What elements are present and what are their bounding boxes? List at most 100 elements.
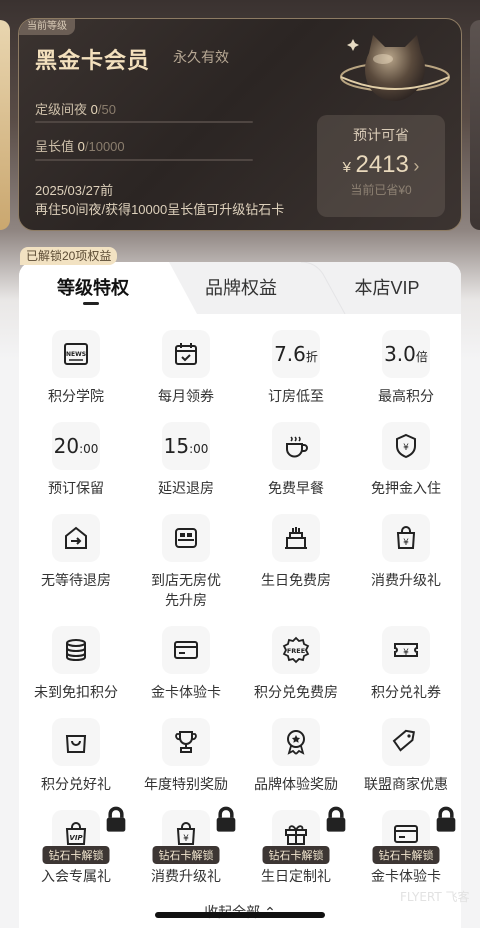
growth-progress: 呈长值 0/10000 xyxy=(35,136,125,155)
svg-text:FREE: FREE xyxy=(287,647,305,655)
upgrade-hint: 再住50间夜/获得10000呈长值可升级钻石卡 xyxy=(35,202,285,217)
discount-icon: 7.6折 xyxy=(272,330,320,378)
benefit-label: 订房低至 xyxy=(268,388,324,404)
growth-label: 呈长值 xyxy=(35,139,75,154)
nights-progress: 定级间夜 0/50 xyxy=(35,99,116,118)
saved-so-far: 当前已省¥0 xyxy=(350,183,412,197)
benefit-item[interactable]: ¥ 钻石卡解锁消费升级礼 xyxy=(131,806,241,886)
benefit-label: 到店无房优先升房 xyxy=(151,572,221,608)
coins-icon xyxy=(52,626,100,674)
svg-text:¥: ¥ xyxy=(403,443,409,453)
benefit-item[interactable]: 免费早餐 xyxy=(241,422,351,498)
growth-total: /10000 xyxy=(84,139,125,154)
calendar-icon xyxy=(162,330,210,378)
lock-icon xyxy=(212,806,236,832)
benefit-label: 积分兑好礼 xyxy=(41,776,111,792)
chevron-right-icon: › xyxy=(413,156,420,176)
benefit-label: 联盟商家优惠 xyxy=(364,776,448,792)
benefit-item[interactable]: 钻石卡解锁金卡体验卡 xyxy=(351,806,461,886)
growth-current: 0 xyxy=(77,139,85,154)
benefit-item[interactable]: 年度特别奖励 xyxy=(131,718,241,794)
benefit-item[interactable]: 无等待退房 xyxy=(21,514,131,590)
news-icon: NEWS xyxy=(52,330,100,378)
trophy-icon xyxy=(162,718,210,766)
bag-yen-icon: ¥ 钻石卡解锁 xyxy=(152,806,236,864)
benefit-label: 无等待退房 xyxy=(41,572,111,588)
benefit-label: 免押金入住 xyxy=(371,480,441,496)
lock-icon xyxy=(432,806,456,832)
benefit-item[interactable]: VIP 钻石卡解锁 入会专属礼 xyxy=(21,806,131,886)
card-icon xyxy=(162,626,210,674)
benefit-label: 每月领券 xyxy=(158,388,214,404)
benefit-item[interactable]: NEWS 积分学院 xyxy=(21,330,131,406)
benefit-label: 预订保留 xyxy=(48,480,104,496)
cake-icon xyxy=(272,514,320,562)
svg-text:NEWS: NEWS xyxy=(66,351,86,358)
benefit-item[interactable]: 到店无房优先升房 xyxy=(131,514,241,610)
benefit-item[interactable]: 生日免费房 xyxy=(241,514,351,590)
benefit-item[interactable]: 联盟商家优惠 xyxy=(351,718,461,794)
benefit-label: 积分兑免费房 xyxy=(254,684,338,700)
savings-label: 预计可省 xyxy=(353,127,409,143)
benefit-item[interactable]: 每月领券 xyxy=(131,330,241,406)
planet-cat-icon xyxy=(340,35,450,101)
benefit-item[interactable]: 积分兑好礼 xyxy=(21,718,131,794)
benefit-item[interactable]: ¥ 消费升级礼 xyxy=(351,514,461,590)
tab-level-privileges[interactable]: 等级特权 xyxy=(23,274,163,300)
svg-text:¥: ¥ xyxy=(183,834,189,844)
member-card: 当前等级 黑金卡会员 永久有效 定级间夜 0/50 呈长值 0/10000 20… xyxy=(18,18,462,231)
medal-icon xyxy=(272,718,320,766)
benefit-item[interactable]: 钻石卡解锁生日定制礼 xyxy=(241,806,351,886)
currency-symbol: ¥ xyxy=(342,159,352,176)
nights-total: /50 xyxy=(97,102,116,117)
benefit-item[interactable]: ¥ 积分兑礼券 xyxy=(351,626,461,702)
active-tab-indicator xyxy=(83,302,99,305)
benefit-label: 年度特别奖励 xyxy=(144,776,228,792)
savings-box[interactable]: 预计可省 ¥ 2413 › 当前已省¥0 xyxy=(317,115,445,217)
diamond-unlock-badge: 钻石卡解锁 xyxy=(152,846,220,864)
home-indicator[interactable] xyxy=(155,912,325,918)
bed-icon xyxy=(162,514,210,562)
benefit-item[interactable]: FREE 积分兑免费房 xyxy=(241,626,351,702)
benefit-label: 生日定制礼 xyxy=(261,868,331,884)
current-level-tag: 当前等级 xyxy=(19,19,75,35)
benefit-label: 未到免扣积分 xyxy=(34,684,118,700)
diamond-unlock-badge: 钻石卡解锁 xyxy=(372,846,440,864)
nights-label: 定级间夜 xyxy=(35,102,88,117)
benefit-item[interactable]: 品牌体验奖励 xyxy=(241,718,351,794)
gift-icon: 钻石卡解锁 xyxy=(262,806,346,864)
exit-icon xyxy=(52,514,100,562)
benefit-item[interactable]: ¥ 免押金入住 xyxy=(351,422,461,498)
benefits-panel: 等级特权 品牌权益 本店VIP NEWS 积分学院 每月领券 7.6折 订房低至 3.0倍… xyxy=(19,262,461,928)
benefit-value: 15:00 xyxy=(163,434,209,458)
benefit-label: 金卡体验卡 xyxy=(371,868,441,884)
time-icon: 20:00 xyxy=(52,422,100,470)
benefit-item[interactable]: 7.6折订房低至 xyxy=(241,330,351,406)
next-level-card[interactable] xyxy=(470,20,480,230)
benefit-label: 最高积分 xyxy=(378,388,434,404)
benefit-label: 生日免费房 xyxy=(261,572,331,588)
benefit-label: 品牌体验奖励 xyxy=(254,776,338,792)
previous-level-card[interactable] xyxy=(0,20,10,230)
vip-bag-icon: VIP 钻石卡解锁 xyxy=(42,806,126,864)
benefit-item[interactable]: 未到免扣积分 xyxy=(21,626,131,702)
card-validity: 永久有效 xyxy=(173,49,229,65)
benefit-item[interactable]: 金卡体验卡 xyxy=(131,626,241,702)
savings-amount: ¥ 2413 › xyxy=(317,151,445,179)
multiplier-icon: 3.0倍 xyxy=(382,330,430,378)
tab-brand-benefits[interactable]: 品牌权益 xyxy=(171,274,311,300)
savings-value: 2413 xyxy=(355,151,409,178)
benefit-value: 3.0倍 xyxy=(384,342,428,366)
svg-text:¥: ¥ xyxy=(403,648,409,658)
tab-hotel-vip[interactable]: 本店VIP xyxy=(317,274,457,300)
benefit-label: 积分学院 xyxy=(48,388,104,404)
diamond-unlock-badge: 钻石卡解锁 xyxy=(262,846,330,864)
benefit-item[interactable]: 20:00 预订保留 xyxy=(21,422,131,498)
benefit-label: 金卡体验卡 xyxy=(151,684,221,700)
nights-bar xyxy=(35,121,253,123)
benefit-label: 消费升级礼 xyxy=(151,868,221,884)
expiry-date: 2025/03/27前 xyxy=(35,183,114,198)
benefit-item[interactable]: 15:00 延迟退房 xyxy=(131,422,241,498)
benefit-label: 延迟退房 xyxy=(158,480,214,496)
benefit-item[interactable]: 3.0倍最高积分 xyxy=(351,330,461,406)
